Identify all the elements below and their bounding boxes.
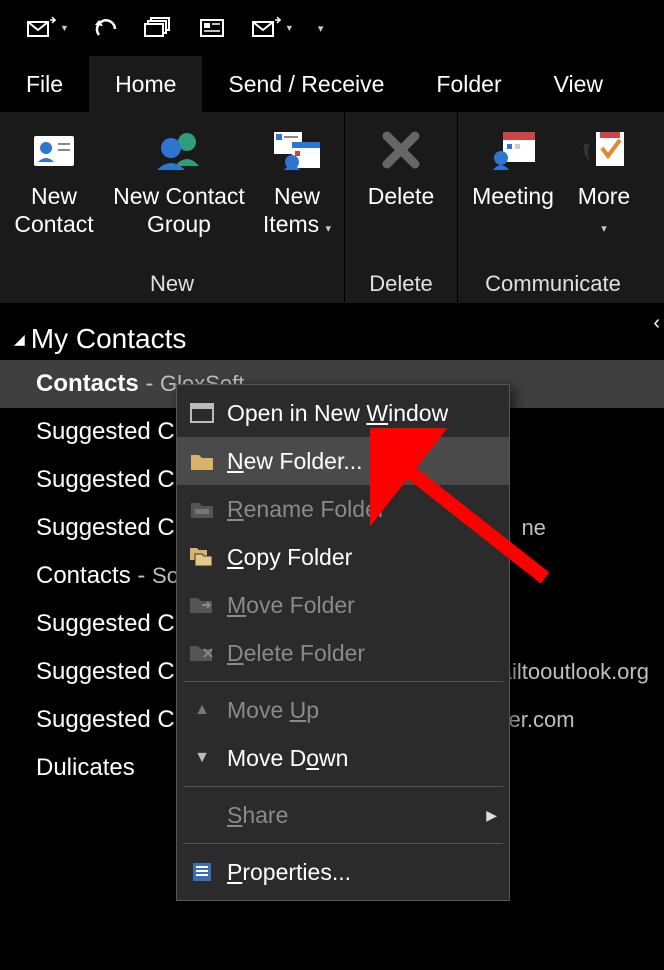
ribbon-group-communicate: Meeting More▾ Communicate [458, 112, 648, 303]
new-contact-button[interactable]: NewContact [4, 118, 104, 242]
tab-view[interactable]: View [528, 56, 629, 112]
ctx-copy-folder[interactable]: Copy Folder [177, 533, 509, 581]
rename-icon [185, 492, 219, 526]
tab-send-receive[interactable]: Send / Receive [202, 56, 410, 112]
ribbon-group-new: NewContact New ContactGroup NewItems ▾ N… [0, 112, 345, 303]
tab-home[interactable]: Home [89, 56, 202, 112]
up-arrow-icon: ▲ [185, 693, 219, 727]
ribbon-group-delete: Delete Delete [345, 112, 458, 303]
dropdown-caret-icon: ▼ [285, 23, 294, 33]
ribbon: NewContact New ContactGroup NewItems ▾ N… [0, 112, 664, 304]
ribbon-group-label: New [4, 271, 340, 303]
nav-header-label: My Contacts [31, 323, 187, 355]
blank-icon [185, 798, 219, 832]
ctx-open-new-window[interactable]: Open in New Window [177, 389, 509, 437]
move-folder-icon [185, 588, 219, 622]
nav-header-my-contacts[interactable]: ◢ My Contacts [0, 318, 664, 360]
ctx-new-folder[interactable]: New Folder... [177, 437, 509, 485]
qat-overflow[interactable]: ▾ [318, 22, 324, 35]
ctx-share: Share ▶ [177, 791, 509, 839]
ctx-delete-folder: Delete Folder [177, 629, 509, 677]
submenu-arrow-icon: ▶ [486, 807, 497, 824]
more-icon [576, 122, 632, 178]
copy-folder-icon [185, 540, 219, 574]
new-items-button[interactable]: NewItems ▾ [254, 118, 340, 247]
qat-card[interactable] [197, 16, 227, 40]
window-icon [185, 396, 219, 430]
ctx-move-folder: Move Folder [177, 581, 509, 629]
more-button[interactable]: More▾ [564, 118, 644, 247]
expand-triangle-icon: ◢ [14, 331, 25, 348]
tab-folder[interactable]: Folder [410, 56, 527, 112]
ctx-properties[interactable]: Properties... [177, 848, 509, 896]
folder-icon [185, 444, 219, 478]
meeting-button[interactable]: Meeting [462, 118, 564, 214]
ribbon-tabs: File Home Send / Receive Folder View [0, 56, 664, 112]
separator [183, 681, 503, 682]
delete-button[interactable]: Delete [349, 118, 453, 214]
contact-group-icon [151, 122, 207, 178]
down-arrow-icon: ▼ [185, 741, 219, 775]
qat-folder[interactable]: ▼ [251, 16, 294, 40]
qat-undo[interactable] [93, 17, 119, 39]
delete-folder-icon [185, 636, 219, 670]
properties-icon [185, 855, 219, 889]
collapse-nav-icon[interactable]: ‹ [653, 312, 660, 335]
tab-file[interactable]: File [0, 56, 89, 112]
quick-access-toolbar: ▼ ▼ ▾ [0, 0, 664, 56]
ctx-move-down[interactable]: ▼ Move Down [177, 734, 509, 782]
meeting-icon [485, 122, 541, 178]
qat-send-receive[interactable]: ▼ [26, 16, 69, 40]
separator [183, 843, 503, 844]
separator [183, 786, 503, 787]
qat-stack[interactable] [143, 16, 173, 40]
ctx-move-up: ▲ Move Up [177, 686, 509, 734]
context-menu: Open in New Window New Folder... Rename … [176, 384, 510, 901]
ribbon-group-label: Communicate [462, 271, 644, 303]
new-items-icon [269, 122, 325, 178]
new-contact-group-button[interactable]: New ContactGroup [104, 118, 254, 242]
delete-x-icon [373, 122, 429, 178]
contact-card-icon [26, 122, 82, 178]
dropdown-caret-icon: ▼ [60, 23, 69, 33]
ctx-rename-folder: Rename Folder [177, 485, 509, 533]
ribbon-group-label: Delete [349, 271, 453, 303]
